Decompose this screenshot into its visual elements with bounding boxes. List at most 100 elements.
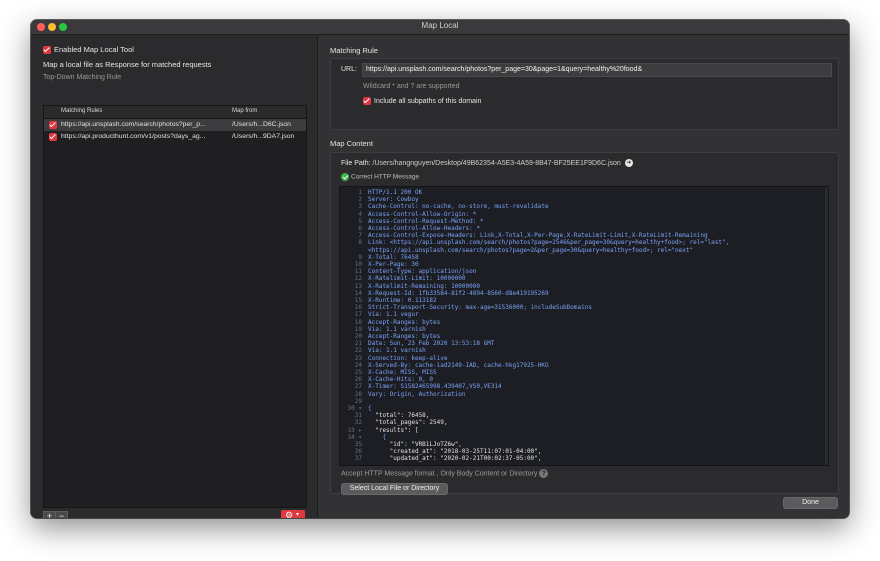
line-number: 14 (354, 289, 362, 297)
row-map-from: /Users/h...D6C.json (232, 121, 291, 128)
line-number: 15 (354, 297, 362, 304)
line-number: 28 (354, 390, 362, 398)
row-rule: https://api.unsplash.com/search/photos?p… (61, 121, 206, 128)
line-number: 12 (354, 275, 362, 283)
line-number: 11 (354, 268, 362, 276)
line-number: 3 (358, 203, 362, 211)
message-status: Correct HTTP Message (341, 173, 419, 181)
line-number: 4 (358, 210, 362, 218)
remove-rule-button[interactable]: − (55, 511, 68, 518)
line-number: 26 (354, 376, 362, 384)
format-hint: Accept HTTP Message format , Only Body C… (341, 469, 549, 478)
enable-map-local-checkbox[interactable]: Enabled Map Local Tool (43, 45, 134, 55)
line-number: 8 (358, 239, 362, 247)
matching-rules-table: Matching Rules Map from https://api.unsp… (43, 105, 307, 508)
code-text: "results": [ (368, 426, 419, 434)
code-text: Access-Control-Allow-Headers: * (368, 225, 480, 232)
line-number: 20 (354, 333, 362, 340)
code-text: "updated_at": "2020-02-21T00:02:37-05:00… (368, 455, 542, 463)
line-number: 25 (354, 369, 362, 376)
line-number: 16 (354, 304, 362, 312)
matching-rule-title: Matching Rule (330, 46, 378, 55)
line-number: 32 (354, 419, 362, 427)
code-text: Access-Control-Request-Method: * (368, 217, 484, 225)
file-path-value: /Users/hangnguyen/Desktop/49B62354-A5E3-… (372, 159, 621, 167)
code-text: Via: 1.1 varnish (368, 347, 426, 355)
code-text: "total": 76458, (368, 412, 430, 420)
table-row[interactable]: https://api.unsplash.com/search/photos?p… (44, 119, 306, 131)
code-text: { (368, 433, 387, 441)
line-number: 30 ▾ (347, 405, 362, 412)
code-text: X-Cache: MISS, MISS (368, 369, 437, 376)
code-text: Access-Control-Allow-Origin: * (368, 210, 477, 218)
code-editor[interactable]: 1 HTTP/1.1 200 OK 2 Server: Cowboy 3 Cache-Co… (339, 186, 829, 466)
select-local-file-button[interactable]: Select Local File or Directory (341, 483, 448, 495)
line-number: 13 (354, 282, 362, 290)
wildcard-hint: Wildcard * and ? are supported (363, 83, 460, 90)
line-number: 2 (358, 196, 362, 204)
checkmark-icon (341, 173, 349, 181)
line-number: 24 (354, 361, 362, 369)
file-path-label: File Path: (341, 159, 371, 167)
code-text: X-Ratelimit-Remaining: 10000000 (368, 282, 480, 290)
right-pane: Matching Rule URL: https://api.unsplash.… (318, 35, 849, 518)
url-input[interactable]: https://api.unsplash.com/search/photos?p… (362, 63, 832, 77)
code-text: X-Served-By: cache-iad2149-IAD, cache-hk… (368, 361, 549, 369)
line-number: 29 (354, 397, 362, 405)
left-pane: Enabled Map Local Tool Map a local file … (31, 35, 318, 518)
column-header-map-from[interactable]: Map from (232, 108, 257, 114)
line-number: 27 (354, 383, 362, 391)
reveal-in-finder-icon[interactable]: ➜ (624, 159, 633, 167)
table-row[interactable]: https://api.producthunt.com/v1/posts?day… (44, 131, 306, 143)
map-content-title: Map Content (330, 139, 373, 148)
row-map-from: /Users/h...9DA7.json (232, 133, 295, 140)
line-number: 36 (354, 448, 362, 456)
chevron-down-icon: ▾ (296, 512, 300, 518)
code-text: Link: <https://api.unsplash.com/search/p… (368, 239, 730, 247)
code-text: X-Cache-Hits: 0, 0 (368, 376, 434, 384)
checkbox-checked-icon (43, 46, 51, 55)
row-enabled-checkbox[interactable] (49, 121, 57, 129)
matching-rule-box: URL: https://api.unsplash.com/search/pho… (330, 58, 839, 130)
row-rule: https://api.producthunt.com/v1/posts?day… (61, 133, 206, 140)
line-number: 10 (354, 261, 362, 268)
map-local-window: Map Local Enabled Map Local Tool Map a l… (31, 20, 849, 518)
code-text: Access-Control-Expose-Headers: Link,X-To… (368, 232, 708, 240)
checkbox-checked-icon (363, 97, 371, 105)
table-header: Matching Rules Map from (44, 106, 306, 119)
code-text: Via: 1.1 varnish (368, 325, 426, 333)
line-number: 5 (358, 217, 362, 225)
file-path-row: File Path: /Users/hangnguyen/Desktop/49B… (341, 159, 633, 167)
help-icon[interactable]: ? (539, 469, 549, 478)
line-number: 17 (354, 311, 362, 319)
line-number: 37 (354, 455, 362, 463)
line-number: 7 (358, 232, 362, 240)
line-number: 23 (354, 354, 362, 362)
title-bar: Map Local (31, 20, 849, 35)
code-text: Strict-Transport-Security: max-age=31536… (368, 304, 592, 312)
line-number: 31 (354, 412, 362, 420)
code-text: "created_at": "2018-03-25T11:07:01-04:00… (368, 448, 542, 456)
code-text: Date: Sun, 23 Feb 2020 13:53:18 GMT (368, 340, 495, 348)
gear-icon: ⚙ (285, 510, 294, 518)
code-text: X-Total: 76458 (368, 253, 419, 261)
row-enabled-checkbox[interactable] (49, 133, 57, 141)
include-subpaths-checkbox[interactable]: Include all subpaths of this domain (363, 97, 481, 105)
line-number: 6 (358, 225, 362, 232)
line-number: 21 (354, 340, 362, 348)
map-content-box: File Path: /Users/hangnguyen/Desktop/49B… (330, 152, 839, 495)
window-title: Map Local (421, 21, 459, 30)
code-text: { (368, 405, 372, 412)
code-text: Content-Type: application/json (368, 268, 477, 276)
code-text: X-Ratelimit-Limit: 10000000 (368, 275, 466, 283)
code-text: Via: 1.1 vegur (368, 311, 419, 319)
settings-menu-button[interactable]: ⚙ ▾ (281, 510, 305, 518)
done-button[interactable]: Done (783, 497, 838, 509)
code-text: Connection: keep-alive (368, 354, 448, 362)
code-text: X-Runtime: 0.113182 (368, 297, 437, 304)
code-scrollbar[interactable] (825, 187, 828, 465)
code-text: "id": "VRB1LJoTZ6w", (368, 441, 462, 448)
line-number: 18 (354, 318, 362, 326)
include-subpaths-label: Include all subpaths of this domain (374, 97, 482, 105)
column-header-matching-rules[interactable]: Matching Rules (61, 108, 102, 114)
